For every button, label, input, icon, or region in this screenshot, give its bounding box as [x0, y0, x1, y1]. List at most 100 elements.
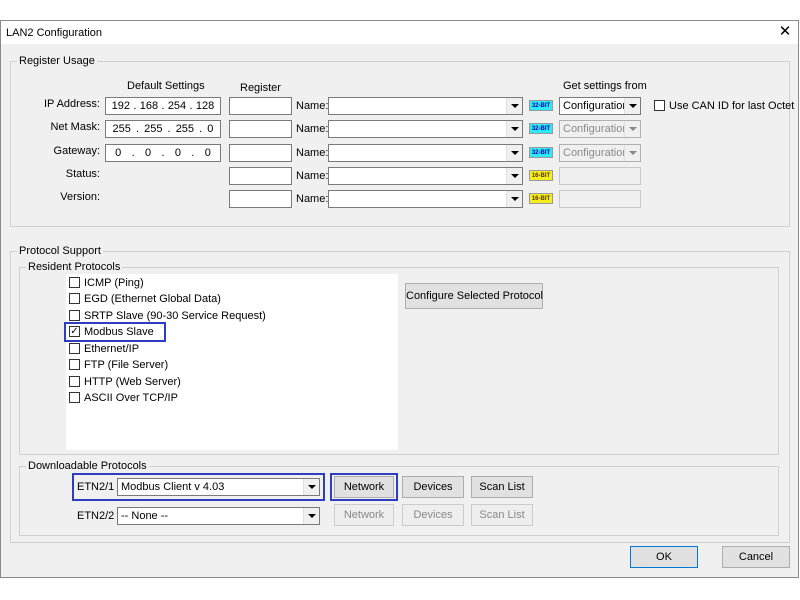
ethernet-ip-checkbox[interactable] [69, 343, 80, 354]
protocol-item[interactable]: FTP (File Server) [84, 358, 168, 372]
protocol-support-label: Protocol Support [17, 245, 103, 257]
use-can-id-label: Use CAN ID for last Octet [669, 100, 795, 112]
status-label: Status: [65, 168, 100, 180]
etn22-protocol-select[interactable]: -- None -- [117, 507, 320, 525]
net-mask-label: Net Mask: [50, 121, 100, 133]
version-name-label: Name: [296, 193, 329, 205]
default-settings-header: Default Settings [127, 80, 205, 92]
use-can-id-checkbox[interactable] [654, 100, 665, 111]
configure-protocol-button[interactable]: Configure Selected Protocol [405, 283, 543, 309]
gateway-register-input[interactable] [229, 144, 292, 162]
status-register-input[interactable] [229, 167, 292, 185]
status-name-label: Name: [296, 170, 329, 182]
protocol-item[interactable]: EGD (Ethernet Global Data) [84, 292, 221, 306]
etn21-protocol-select[interactable]: Modbus Client v 4.03 [117, 478, 320, 496]
get-settings-header: Get settings from [563, 80, 647, 92]
etn22-label: ETN2/2 [77, 510, 115, 522]
mask-name-label: Name: [296, 123, 329, 135]
mask-name-combo[interactable] [328, 120, 523, 138]
net-mask-field[interactable]: 255. 255. 255. 0 [105, 120, 221, 138]
mask-register-input[interactable] [229, 120, 292, 138]
gw-octet-1: 0 [115, 147, 122, 159]
gateway-field[interactable]: 0. 0. 0. 0 [105, 144, 221, 162]
chevron-down-icon [624, 98, 640, 114]
window-title: LAN2 Configuration [6, 27, 103, 39]
http-checkbox[interactable] [69, 376, 80, 387]
protocol-item[interactable]: SRTP Slave (90-30 Service Request) [84, 309, 266, 323]
egd-checkbox[interactable] [69, 293, 80, 304]
etn22-devices-button: Devices [402, 504, 464, 526]
etn21-network-button[interactable]: Network [334, 476, 394, 498]
close-icon[interactable]: ✕ [776, 23, 794, 41]
etn22-network-button: Network [334, 504, 394, 526]
title-bar [1, 21, 798, 44]
mask-octet-3: 255 [175, 123, 195, 135]
ip-getfrom-value: Configuration [563, 100, 629, 112]
32bit-badge: 32-BIT [529, 147, 553, 158]
gateway-getfrom-value: Configuration [563, 147, 629, 159]
32bit-badge: 32-BIT [529, 100, 553, 111]
ascii-checkbox[interactable] [69, 392, 80, 403]
etn21-scanlist-button[interactable]: Scan List [471, 476, 533, 498]
etn21-label: ETN2/1 [77, 481, 115, 493]
ip-register-input[interactable] [229, 97, 292, 115]
ip-address-field[interactable]: 192. 168. 254. 128 [105, 97, 221, 115]
ip-getfrom-select[interactable]: Configuration [559, 97, 641, 115]
ip-octet-2: 168 [139, 100, 159, 112]
protocol-item[interactable]: HTTP (Web Server) [84, 375, 181, 389]
etn22-scanlist-button: Scan List [471, 504, 533, 526]
etn21-protocol-value: Modbus Client v 4.03 [121, 481, 225, 493]
mask-octet-2: 255 [144, 123, 163, 135]
gateway-getfrom-select: Configuration [559, 144, 641, 162]
gw-octet-4: 0 [204, 147, 211, 159]
chevron-down-icon [303, 508, 319, 524]
status-getfrom-box [559, 167, 641, 185]
etn21-devices-button[interactable]: Devices [402, 476, 464, 498]
modbus-slave-highlight [64, 322, 166, 342]
ip-octet-1: 192 [111, 100, 131, 112]
mask-octet-4: 0 [207, 123, 214, 135]
chevron-down-icon [506, 145, 522, 161]
ip-name-combo[interactable] [328, 97, 523, 115]
chevron-down-icon [506, 191, 522, 207]
mask-getfrom-select: Configuration [559, 120, 641, 138]
chevron-down-icon [624, 121, 640, 137]
version-register-input[interactable] [229, 190, 292, 208]
chevron-down-icon [506, 121, 522, 137]
chevron-down-icon [506, 98, 522, 114]
mask-octet-1: 255 [112, 123, 131, 135]
ip-octet-4: 128 [195, 100, 215, 112]
chevron-down-icon [624, 145, 640, 161]
ip-name-label: Name: [296, 100, 329, 112]
ok-button[interactable]: OK [630, 546, 698, 568]
gw-octet-3: 0 [174, 147, 181, 159]
ip-address-label: IP Address: [43, 98, 100, 110]
gateway-name-label: Name: [296, 147, 329, 159]
16bit-badge: 16-BIT [529, 170, 553, 181]
status-name-combo[interactable] [328, 167, 523, 185]
gateway-label: Gateway: [53, 145, 100, 157]
chevron-down-icon [506, 168, 522, 184]
mask-getfrom-value: Configuration [563, 123, 629, 135]
protocol-item[interactable]: ICMP (Ping) [84, 276, 144, 290]
version-getfrom-box [559, 190, 641, 208]
resident-protocols-label: Resident Protocols [26, 261, 123, 273]
version-label: Version: [60, 191, 100, 203]
32bit-badge: 32-BIT [529, 123, 553, 134]
gw-octet-2: 0 [145, 147, 152, 159]
gateway-name-combo[interactable] [328, 144, 523, 162]
srtp-checkbox[interactable] [69, 310, 80, 321]
protocol-item[interactable]: ASCII Over TCP/IP [84, 391, 178, 405]
register-usage-label: Register Usage [17, 55, 97, 67]
ip-octet-3: 254 [167, 100, 187, 112]
chevron-down-icon [303, 479, 319, 495]
register-header: Register [240, 82, 281, 94]
cancel-button[interactable]: Cancel [722, 546, 790, 568]
etn22-protocol-value: -- None -- [121, 510, 169, 522]
16bit-badge: 16-BIT [529, 193, 553, 204]
downloadable-protocols-label: Downloadable Protocols [26, 460, 149, 472]
version-name-combo[interactable] [328, 190, 523, 208]
icmp-checkbox[interactable] [69, 277, 80, 288]
ftp-checkbox[interactable] [69, 359, 80, 370]
protocol-item[interactable]: Ethernet/IP [84, 342, 139, 356]
